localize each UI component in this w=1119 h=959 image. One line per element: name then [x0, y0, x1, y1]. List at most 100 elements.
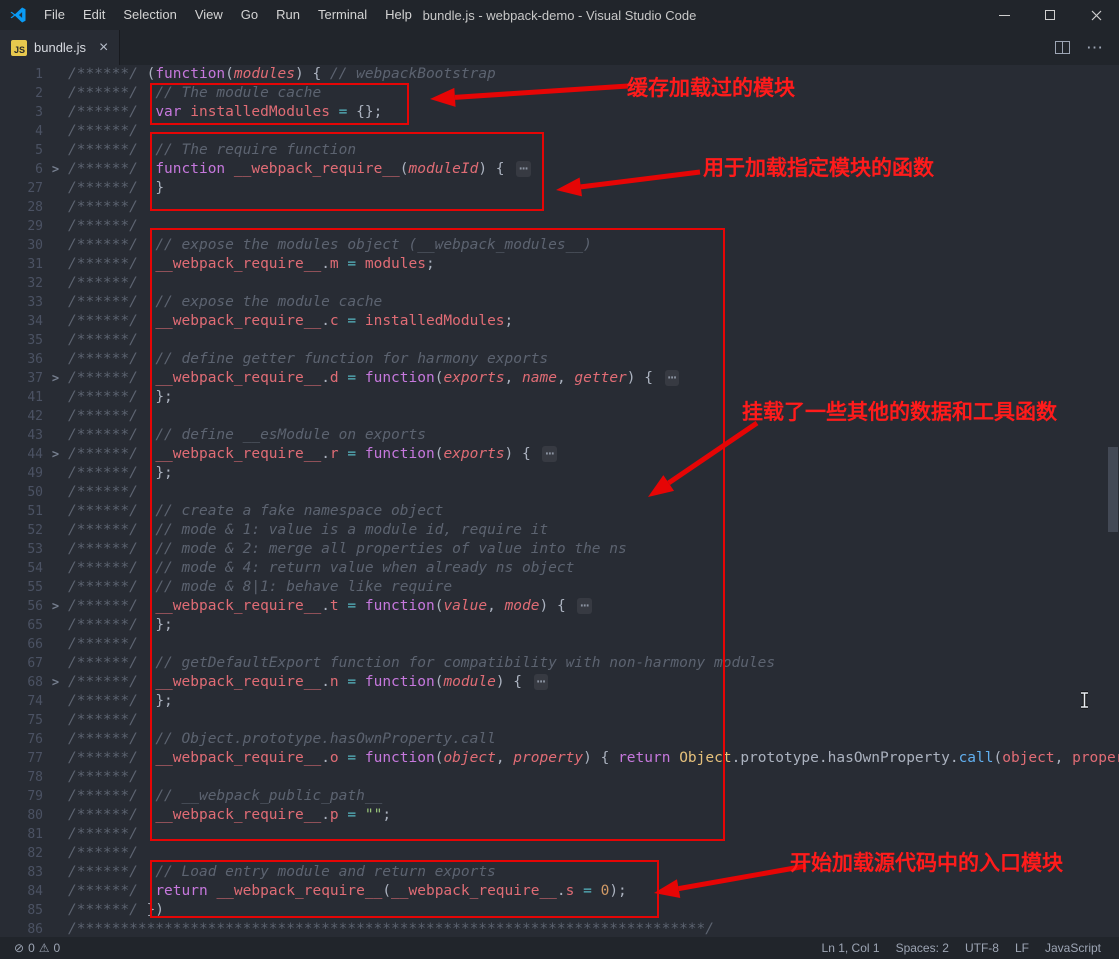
code-line-content[interactable]: /******/ };	[68, 464, 173, 483]
line-number[interactable]: 79	[0, 787, 43, 806]
line-number[interactable]: 78	[0, 768, 43, 787]
status-eol[interactable]: LF	[1007, 941, 1037, 955]
code-line-content[interactable]: /******/ // Object.prototype.hasOwnPrope…	[68, 730, 496, 749]
problems-indicator[interactable]: ⊘ 0 ⚠ 0	[10, 941, 64, 955]
line-number[interactable]: 30	[0, 236, 43, 255]
status-cursor-position[interactable]: Ln 1, Col 1	[814, 941, 888, 955]
line-number[interactable]: 49	[0, 464, 43, 483]
code-line-content[interactable]: /******/ // The module cache	[68, 84, 321, 103]
code-line-content[interactable]: /******/	[68, 844, 138, 863]
code-line-content[interactable]: /******/	[68, 122, 138, 141]
line-number[interactable]: 32	[0, 274, 43, 293]
code-line-content[interactable]: /******/ __webpack_require__.p = "";	[68, 806, 391, 825]
line-number[interactable]: 31	[0, 255, 43, 274]
code-line-content[interactable]: /******/ // expose the modules object (_…	[68, 236, 592, 255]
line-number[interactable]: 52	[0, 521, 43, 540]
code-line-content[interactable]: /******/ // mode & 8|1: behave like requ…	[68, 578, 452, 597]
line-number[interactable]: 85	[0, 901, 43, 920]
code-line-content[interactable]: /******/ // mode & 2: merge all properti…	[68, 540, 627, 559]
code-line-content[interactable]: /******/	[68, 407, 138, 426]
code-line-content[interactable]: /******/	[68, 768, 138, 787]
line-number[interactable]: 74	[0, 692, 43, 711]
code-line-content[interactable]: /******/ // __webpack_public_path__	[68, 787, 382, 806]
line-number[interactable]: 84	[0, 882, 43, 901]
code-line-content[interactable]: /******/ // Load entry module and return…	[68, 863, 496, 882]
line-number[interactable]: 35	[0, 331, 43, 350]
line-number[interactable]: 83	[0, 863, 43, 882]
code-line-content[interactable]: /******/ function __webpack_require__(mo…	[68, 160, 531, 179]
line-number[interactable]: 42	[0, 407, 43, 426]
line-number[interactable]: 54	[0, 559, 43, 578]
menu-edit[interactable]: Edit	[74, 0, 114, 30]
line-number[interactable]: 5	[0, 141, 43, 160]
line-number[interactable]: 34	[0, 312, 43, 331]
code-line-content[interactable]: /******/ // create a fake namespace obje…	[68, 502, 443, 521]
code-line-content[interactable]: /******/	[68, 635, 138, 654]
menu-view[interactable]: View	[186, 0, 232, 30]
menu-selection[interactable]: Selection	[114, 0, 185, 30]
code-line-content[interactable]: /******/ };	[68, 692, 173, 711]
code-line-content[interactable]: /******/ // The require function	[68, 141, 356, 160]
minimize-button[interactable]	[981, 0, 1027, 30]
line-number[interactable]: 44	[0, 445, 43, 464]
line-number[interactable]: 28	[0, 198, 43, 217]
fold-chevron-icon[interactable]: >	[43, 160, 68, 179]
code-line-content[interactable]: /******/ __webpack_require__.c = install…	[68, 312, 513, 331]
fold-chevron-icon[interactable]: >	[43, 369, 68, 388]
line-number[interactable]: 3	[0, 103, 43, 122]
line-number[interactable]: 50	[0, 483, 43, 502]
code-line-content[interactable]: /******/ // getDefaultExport function fo…	[68, 654, 775, 673]
line-number[interactable]: 75	[0, 711, 43, 730]
close-button[interactable]	[1073, 0, 1119, 30]
code-line-content[interactable]: /******/	[68, 217, 138, 236]
line-number[interactable]: 29	[0, 217, 43, 236]
line-number[interactable]: 67	[0, 654, 43, 673]
code-line-content[interactable]: /******/ // mode & 4: return value when …	[68, 559, 574, 578]
code-line-content[interactable]: /******/ __webpack_require__.m = modules…	[68, 255, 435, 274]
code-line-content[interactable]: /******/ return __webpack_require__(__we…	[68, 882, 627, 901]
line-number[interactable]: 56	[0, 597, 43, 616]
line-number[interactable]: 27	[0, 179, 43, 198]
code-line-content[interactable]: /******/ (function(modules) { // webpack…	[68, 65, 496, 84]
tab-bundle-js[interactable]: JS bundle.js ×	[0, 30, 121, 65]
line-number[interactable]: 51	[0, 502, 43, 521]
code-line-content[interactable]: /******/ };	[68, 616, 173, 635]
status-indentation[interactable]: Spaces: 2	[888, 941, 957, 955]
status-encoding[interactable]: UTF-8	[957, 941, 1007, 955]
line-number[interactable]: 81	[0, 825, 43, 844]
code-line-content[interactable]: /******/ // define __esModule on exports	[68, 426, 426, 445]
code-line-content[interactable]: /******/ })	[68, 901, 164, 920]
code-line-content[interactable]: /******/	[68, 825, 138, 844]
line-number[interactable]: 77	[0, 749, 43, 768]
menu-help[interactable]: Help	[376, 0, 421, 30]
line-number[interactable]: 4	[0, 122, 43, 141]
code-line-content[interactable]: /******/ __webpack_require__.d = functio…	[68, 369, 680, 388]
fold-chevron-icon[interactable]: >	[43, 445, 68, 464]
code-line-content[interactable]: /******/ var installedModules = {};	[68, 103, 382, 122]
line-number[interactable]: 76	[0, 730, 43, 749]
line-number[interactable]: 80	[0, 806, 43, 825]
line-number[interactable]: 43	[0, 426, 43, 445]
code-line-content[interactable]: /******/ };	[68, 388, 173, 407]
fold-chevron-icon[interactable]: >	[43, 673, 68, 692]
more-actions-icon[interactable]: ⋯	[1086, 39, 1104, 56]
maximize-button[interactable]	[1027, 0, 1073, 30]
line-number[interactable]: 55	[0, 578, 43, 597]
status-language[interactable]: JavaScript	[1037, 941, 1109, 955]
tab-close-icon[interactable]: ×	[99, 39, 108, 57]
code-line-content[interactable]: /******/	[68, 198, 138, 217]
menu-file[interactable]: File	[35, 0, 74, 30]
line-number[interactable]: 82	[0, 844, 43, 863]
code-line-content[interactable]: /******/	[68, 483, 138, 502]
code-line-content[interactable]: /******/ __webpack_require__.o = functio…	[68, 749, 1119, 768]
line-number[interactable]: 65	[0, 616, 43, 635]
line-number[interactable]: 6	[0, 160, 43, 179]
vertical-scrollbar-thumb[interactable]	[1108, 447, 1118, 532]
code-line-content[interactable]: /******/ __webpack_require__.t = functio…	[68, 597, 593, 616]
line-number[interactable]: 41	[0, 388, 43, 407]
line-number[interactable]: 53	[0, 540, 43, 559]
line-number[interactable]: 33	[0, 293, 43, 312]
split-editor-icon[interactable]	[1055, 41, 1070, 54]
code-line-content[interactable]: /******/	[68, 274, 138, 293]
code-line-content[interactable]: /***************************************…	[68, 920, 714, 937]
